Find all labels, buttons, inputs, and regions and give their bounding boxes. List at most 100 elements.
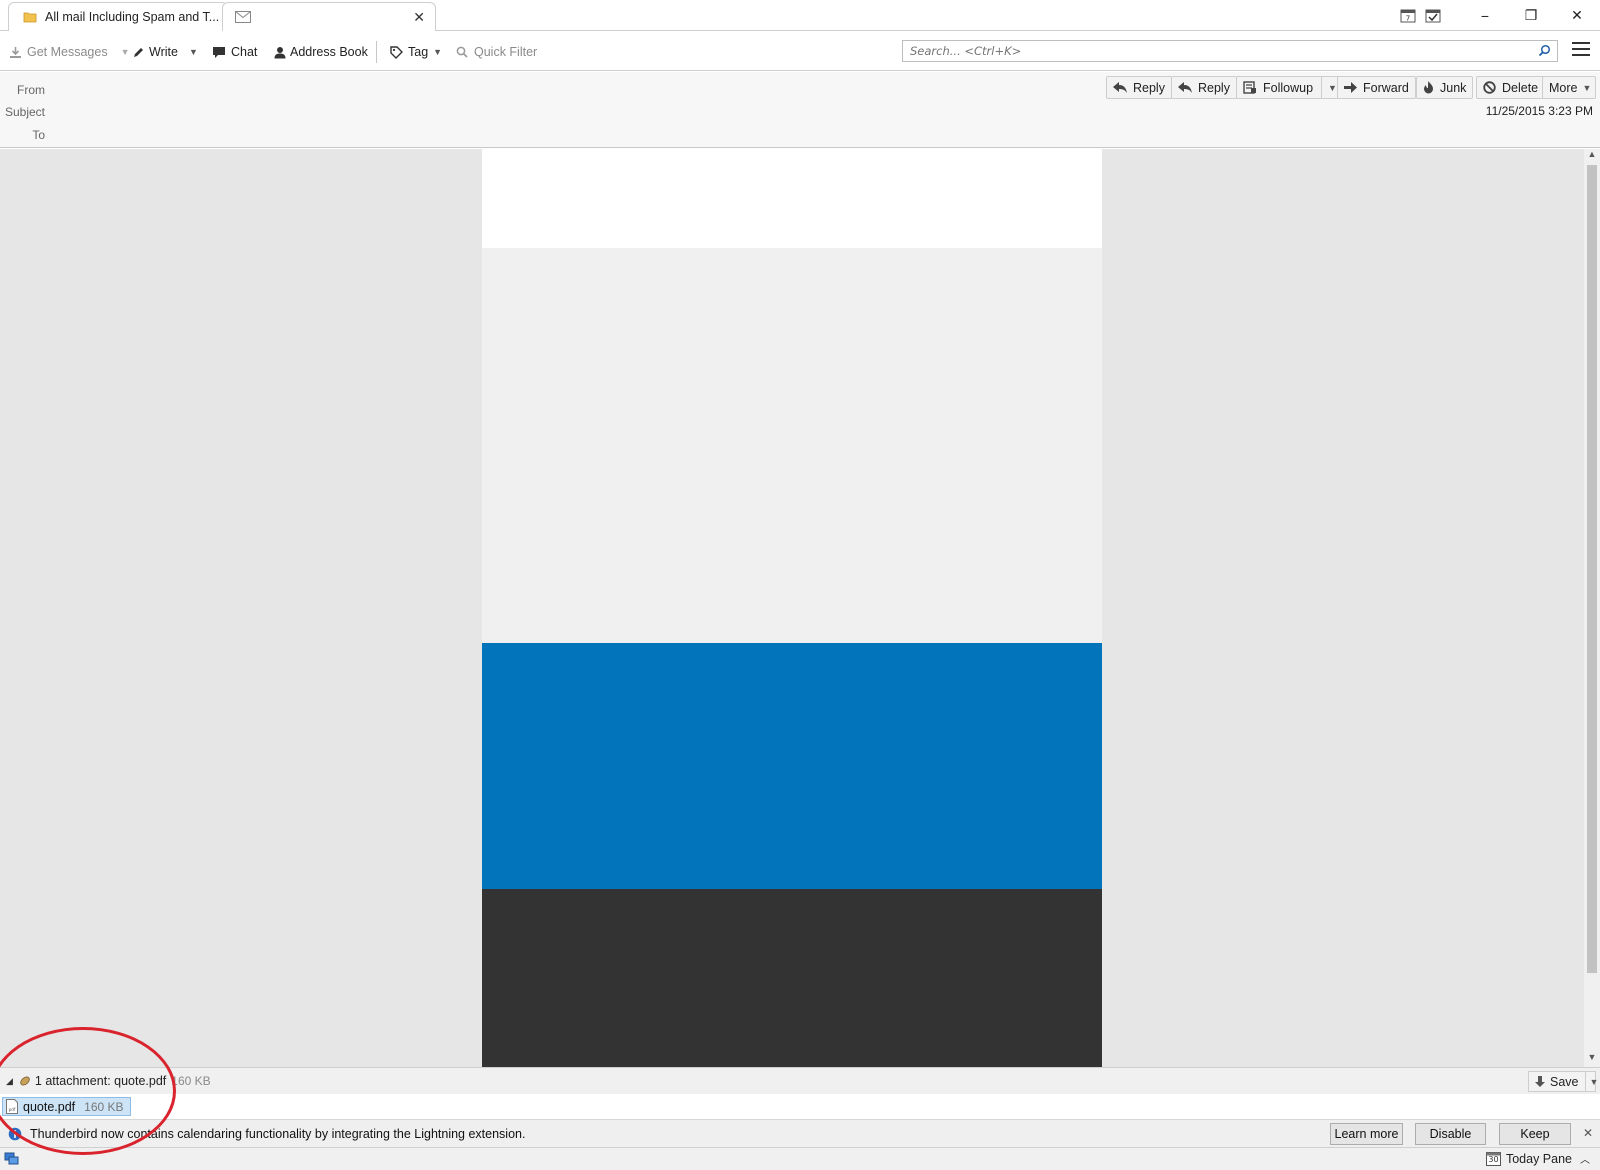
address-book-label: Address Book xyxy=(290,45,368,59)
svg-text:pdf: pdf xyxy=(9,1107,16,1112)
toolbar-separator xyxy=(376,41,377,63)
attachment-item[interactable]: pdf quote.pdf 160 KB xyxy=(2,1097,131,1116)
close-window-button[interactable]: ✕ xyxy=(1554,0,1600,31)
chat-icon xyxy=(212,46,226,59)
today-pane-label: Today Pane xyxy=(1505,1151,1572,1166)
download-icon xyxy=(9,46,22,59)
chevron-down-icon[interactable]: ▼ xyxy=(189,47,198,57)
tasks-tab-icon[interactable] xyxy=(1425,8,1441,26)
status-bar: 30 Today Pane ︿ xyxy=(0,1147,1600,1170)
forward-label: Forward xyxy=(1363,80,1409,95)
contact-icon xyxy=(274,46,286,59)
tag-icon xyxy=(390,45,403,59)
attachment-filename: quote.pdf xyxy=(23,1099,76,1114)
message-image-area xyxy=(482,248,1102,643)
reply-button[interactable]: Reply xyxy=(1106,76,1172,99)
tag-button[interactable]: Tag ▼ xyxy=(390,41,442,63)
scroll-up-arrow-icon[interactable]: ▲ xyxy=(1584,149,1600,163)
search-icon[interactable] xyxy=(1538,44,1551,60)
message-footer-dark xyxy=(482,889,1102,1067)
chevron-down-icon: ▼ xyxy=(1582,82,1592,93)
chat-button[interactable]: Chat xyxy=(212,41,257,63)
delete-button[interactable]: Delete xyxy=(1476,76,1546,99)
scroll-down-arrow-icon[interactable]: ▼ xyxy=(1584,1052,1600,1066)
write-label: Write xyxy=(149,45,178,59)
subject-label: Subject xyxy=(4,105,45,119)
disable-button[interactable]: Disable xyxy=(1415,1123,1486,1145)
pencil-icon xyxy=(133,46,145,58)
reply-label: Reply xyxy=(1133,80,1165,95)
calendar-tab-icon[interactable]: 7 xyxy=(1400,8,1416,26)
chat-label: Chat xyxy=(231,45,258,59)
attachment-summary-size: 160 KB xyxy=(171,1074,211,1088)
filter-search-icon xyxy=(456,46,468,58)
info-icon xyxy=(8,1127,22,1141)
app-menu-icon[interactable] xyxy=(1572,42,1590,58)
write-button[interactable]: Write ▼ xyxy=(133,41,198,63)
save-dropdown[interactable]: ▼ xyxy=(1584,1072,1599,1091)
message-banner-white xyxy=(482,149,1102,248)
svg-text:7: 7 xyxy=(1406,15,1410,23)
restore-button[interactable]: ❐ xyxy=(1508,0,1554,31)
expand-triangle-icon[interactable]: ◢ xyxy=(6,1076,13,1087)
more-button[interactable]: More ▼ xyxy=(1542,76,1597,99)
html-message-content xyxy=(482,149,1102,1067)
forward-arrow-icon xyxy=(1344,82,1357,93)
minimize-button[interactable]: − xyxy=(1462,0,1508,31)
followup-button[interactable]: Followup ▼ xyxy=(1236,76,1344,99)
chevron-down-icon: ▼ xyxy=(1328,82,1337,93)
reply-icon xyxy=(1113,82,1127,93)
junk-label: Junk xyxy=(1440,80,1467,95)
folder-icon xyxy=(23,10,37,24)
save-arrow-icon xyxy=(1534,1075,1546,1088)
save-label: Save xyxy=(1550,1074,1579,1089)
quick-filter-button[interactable]: Quick Filter xyxy=(456,41,537,63)
tab-close-icon[interactable]: ✕ xyxy=(413,9,425,26)
attachment-list: pdf quote.pdf 160 KB xyxy=(0,1094,1600,1119)
tab-bar: All mail Including Spam and T... ✕ 7 − ❐… xyxy=(0,0,1600,31)
tab-message[interactable]: ✕ xyxy=(222,2,436,31)
chevron-down-icon[interactable]: ▼ xyxy=(433,47,442,57)
junk-button[interactable]: Junk xyxy=(1416,76,1474,99)
search-input[interactable] xyxy=(903,41,1523,61)
delete-circle-icon xyxy=(1483,81,1496,94)
followup-icon xyxy=(1243,81,1257,94)
scrollbar-thumb[interactable] xyxy=(1587,165,1597,973)
message-body xyxy=(0,149,1584,1067)
chevron-down-icon[interactable]: ▼ xyxy=(121,47,130,57)
today-pane-toggle[interactable]: 30 Today Pane ︿ xyxy=(1485,1151,1590,1166)
keep-button[interactable]: Keep xyxy=(1499,1123,1571,1145)
learn-more-button[interactable]: Learn more xyxy=(1330,1123,1403,1145)
save-attachments-button[interactable]: Save ▼ xyxy=(1528,1071,1599,1092)
quick-filter-label: Quick Filter xyxy=(474,45,538,59)
chevron-up-icon: ︿ xyxy=(1580,1155,1590,1166)
online-status-icon[interactable] xyxy=(4,1152,19,1168)
global-search xyxy=(902,40,1558,62)
reply-icon xyxy=(1178,82,1192,93)
get-messages-label: Get Messages xyxy=(27,45,108,59)
forward-button[interactable]: Forward xyxy=(1337,76,1416,99)
message-date: 11/25/2015 3:23 PM xyxy=(1485,104,1593,118)
reply-all-button[interactable]: Reply xyxy=(1171,76,1237,99)
chevron-down-icon: ▼ xyxy=(1589,1076,1599,1087)
attachment-bar[interactable]: ◢ 1 attachment: quote.pdf 160 KB Save ▼ xyxy=(0,1067,1600,1094)
paperclip-icon xyxy=(19,1075,31,1087)
get-messages-button[interactable]: Get Messages ▼ xyxy=(9,41,130,63)
tab-all-mail[interactable]: All mail Including Spam and T... xyxy=(8,2,228,31)
calendar-day-number: 30 xyxy=(1488,1155,1499,1164)
close-notification-icon[interactable]: ✕ xyxy=(1583,1126,1593,1140)
tab-label: All mail Including Spam and T... xyxy=(45,10,220,24)
from-label: From xyxy=(17,83,45,97)
delete-label: Delete xyxy=(1502,80,1539,95)
message-header: From Subject To Reply Reply Followup ▼ F… xyxy=(0,72,1600,148)
notification-message: Thunderbird now contains calendaring fun… xyxy=(30,1126,526,1141)
attachment-summary: 1 attachment: quote.pdf xyxy=(34,1074,167,1088)
reply-all-label: Reply xyxy=(1198,80,1230,95)
message-scrollbar[interactable]: ▲ ▼ xyxy=(1584,149,1600,1067)
calendar-day-icon: 30 xyxy=(1485,1151,1501,1166)
notification-bar: Thunderbird now contains calendaring fun… xyxy=(0,1119,1600,1147)
followup-label: Followup xyxy=(1263,80,1314,95)
more-label: More xyxy=(1549,80,1578,95)
address-book-button[interactable]: Address Book xyxy=(274,41,368,63)
followup-dropdown[interactable]: ▼ xyxy=(1321,77,1337,98)
